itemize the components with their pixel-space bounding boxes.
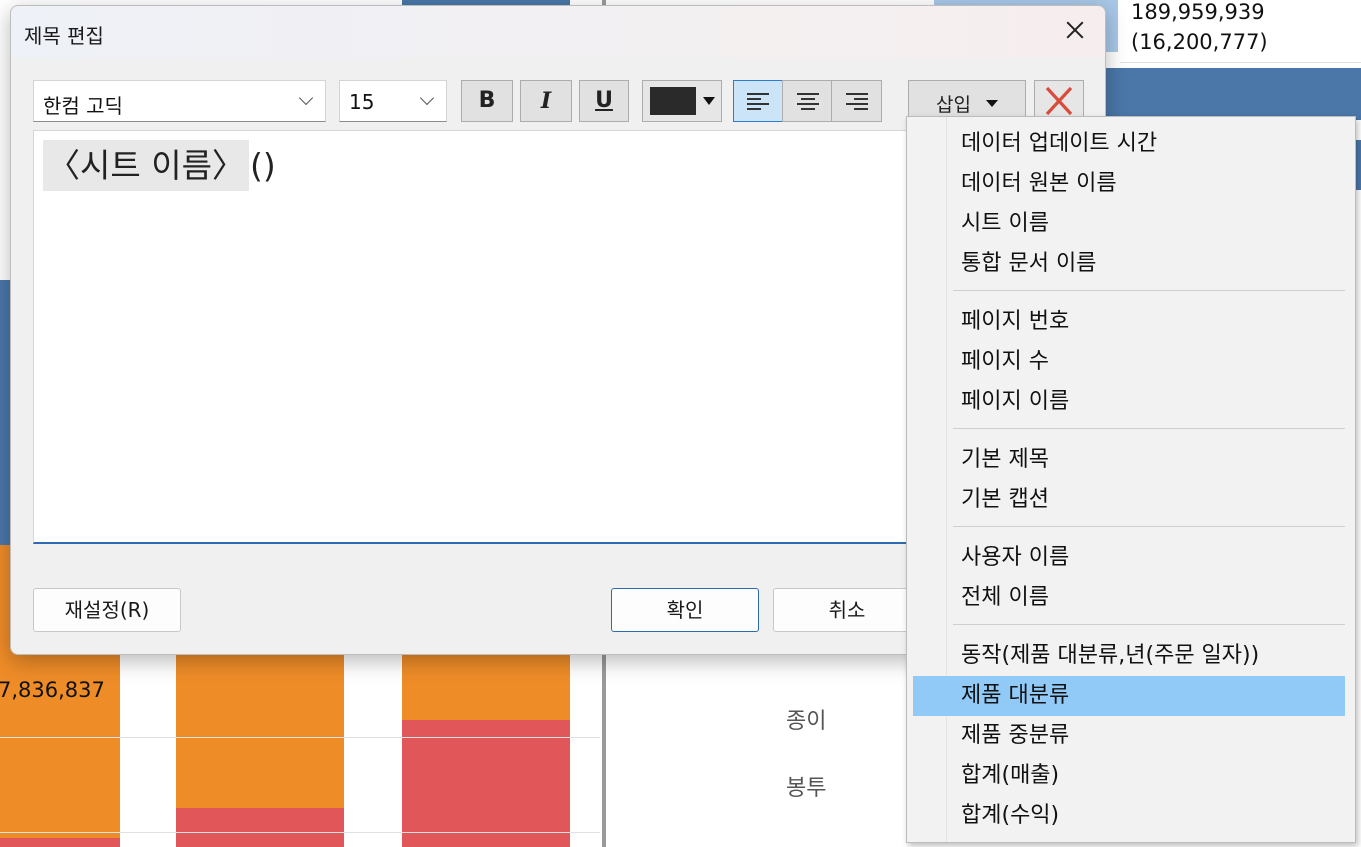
grid-line (0, 737, 600, 738)
grid-line (0, 832, 600, 833)
menu-item-product-subcategory[interactable]: 제품 중분류 (913, 716, 1345, 756)
menu-item-default-caption[interactable]: 기본 캡션 (913, 480, 1345, 520)
menu-item-data-update-time[interactable]: 데이터 업데이트 시간 (913, 124, 1345, 164)
bar-blue-left[interactable] (0, 280, 10, 545)
text-color-picker[interactable] (642, 80, 722, 122)
align-center-icon (797, 93, 819, 95)
align-left-button[interactable] (733, 80, 783, 122)
color-chip (650, 87, 696, 115)
close-icon[interactable] (1061, 16, 1089, 44)
menu-item-default-title[interactable]: 기본 제목 (913, 440, 1345, 480)
bar-orange-right[interactable] (402, 650, 570, 720)
align-right-icon-line (846, 103, 868, 105)
underline-button[interactable]: U (579, 80, 629, 122)
menu-item-sum-sales[interactable]: 합계(매출) (913, 756, 1345, 796)
dropdown-arrow-icon (986, 100, 998, 107)
reset-button[interactable]: 재설정(R) (33, 588, 181, 632)
font-family-value: 한컴 고딕 (43, 94, 123, 118)
align-right-icon (846, 93, 868, 95)
menu-item-sum-profit[interactable]: 합계(수익) (913, 796, 1345, 836)
clear-x-icon (1045, 86, 1073, 116)
align-right-icon-line (854, 98, 868, 100)
editor-text: () (250, 146, 276, 185)
align-center-icon-line (801, 108, 815, 110)
dialog-title: 제목 편집 (24, 24, 104, 48)
bar-red-mid[interactable] (176, 808, 344, 847)
font-size-select[interactable]: 15 (339, 80, 447, 122)
align-left-icon-line (747, 108, 761, 110)
cancel-button[interactable]: 취소 (773, 588, 921, 632)
menu-item-user-name[interactable]: 사용자 이름 (913, 538, 1345, 578)
bar-red-right[interactable] (402, 720, 570, 847)
bar-orange-mid[interactable] (176, 650, 344, 810)
align-center-button[interactable] (782, 80, 832, 122)
align-left-icon-line (747, 103, 769, 105)
chevron-down-icon (419, 90, 435, 106)
menu-item-page-number[interactable]: 페이지 번호 (913, 302, 1345, 342)
menu-separator (953, 526, 1345, 527)
category-label: 봉투 (786, 776, 827, 801)
align-right-icon-line (854, 108, 868, 110)
font-family-select[interactable]: 한컴 고딕 (33, 80, 326, 122)
align-center-icon-line (797, 103, 819, 105)
align-left-icon-line (747, 98, 761, 100)
category-label: 종이 (786, 709, 827, 734)
menu-item-page-name[interactable]: 페이지 이름 (913, 382, 1345, 422)
menu-item-full-name[interactable]: 전체 이름 (913, 578, 1345, 618)
menu-item-product-category[interactable]: 제품 대분류 (913, 676, 1345, 716)
value-top-paren: (16,200,777) (1131, 30, 1268, 54)
font-size-value: 15 (349, 90, 375, 114)
chevron-down-icon (298, 90, 314, 106)
title-editor[interactable]: 〈시트 이름〉 () (33, 130, 911, 544)
bar-red-left[interactable] (0, 838, 120, 847)
menu-item-page-count[interactable]: 페이지 수 (913, 342, 1345, 382)
dropdown-arrow-icon (703, 97, 715, 105)
bold-button[interactable]: B (461, 80, 513, 122)
value-top: 189,959,939 (1131, 0, 1265, 24)
italic-button[interactable]: I (520, 80, 572, 122)
sheet-name-token[interactable]: 〈시트 이름〉 (43, 140, 249, 191)
value-left: 7,836,837 (0, 678, 105, 702)
dialog-titlebar[interactable]: 제목 편집 (11, 6, 1105, 58)
insert-menu: 데이터 업데이트 시간 데이터 원본 이름 시트 이름 통합 문서 이름 페이지… (906, 116, 1356, 843)
menu-separator (953, 290, 1345, 291)
menu-item-workbook-name[interactable]: 통합 문서 이름 (913, 244, 1345, 284)
grid-line (1120, 62, 1361, 63)
menu-item-data-source-name[interactable]: 데이터 원본 이름 (913, 164, 1345, 204)
header-band-blue (1100, 68, 1361, 120)
insert-label: 삽입 (936, 94, 971, 116)
align-left-icon (747, 93, 769, 95)
menu-separator (953, 428, 1345, 429)
menu-separator (953, 624, 1345, 625)
menu-item-sheet-name[interactable]: 시트 이름 (913, 204, 1345, 244)
ok-button[interactable]: 확인 (611, 588, 759, 632)
align-right-button[interactable] (831, 80, 882, 122)
menu-item-action-field[interactable]: 동작(제품 대분류,년(주문 일자)) (913, 636, 1345, 676)
align-center-icon-line (801, 98, 815, 100)
